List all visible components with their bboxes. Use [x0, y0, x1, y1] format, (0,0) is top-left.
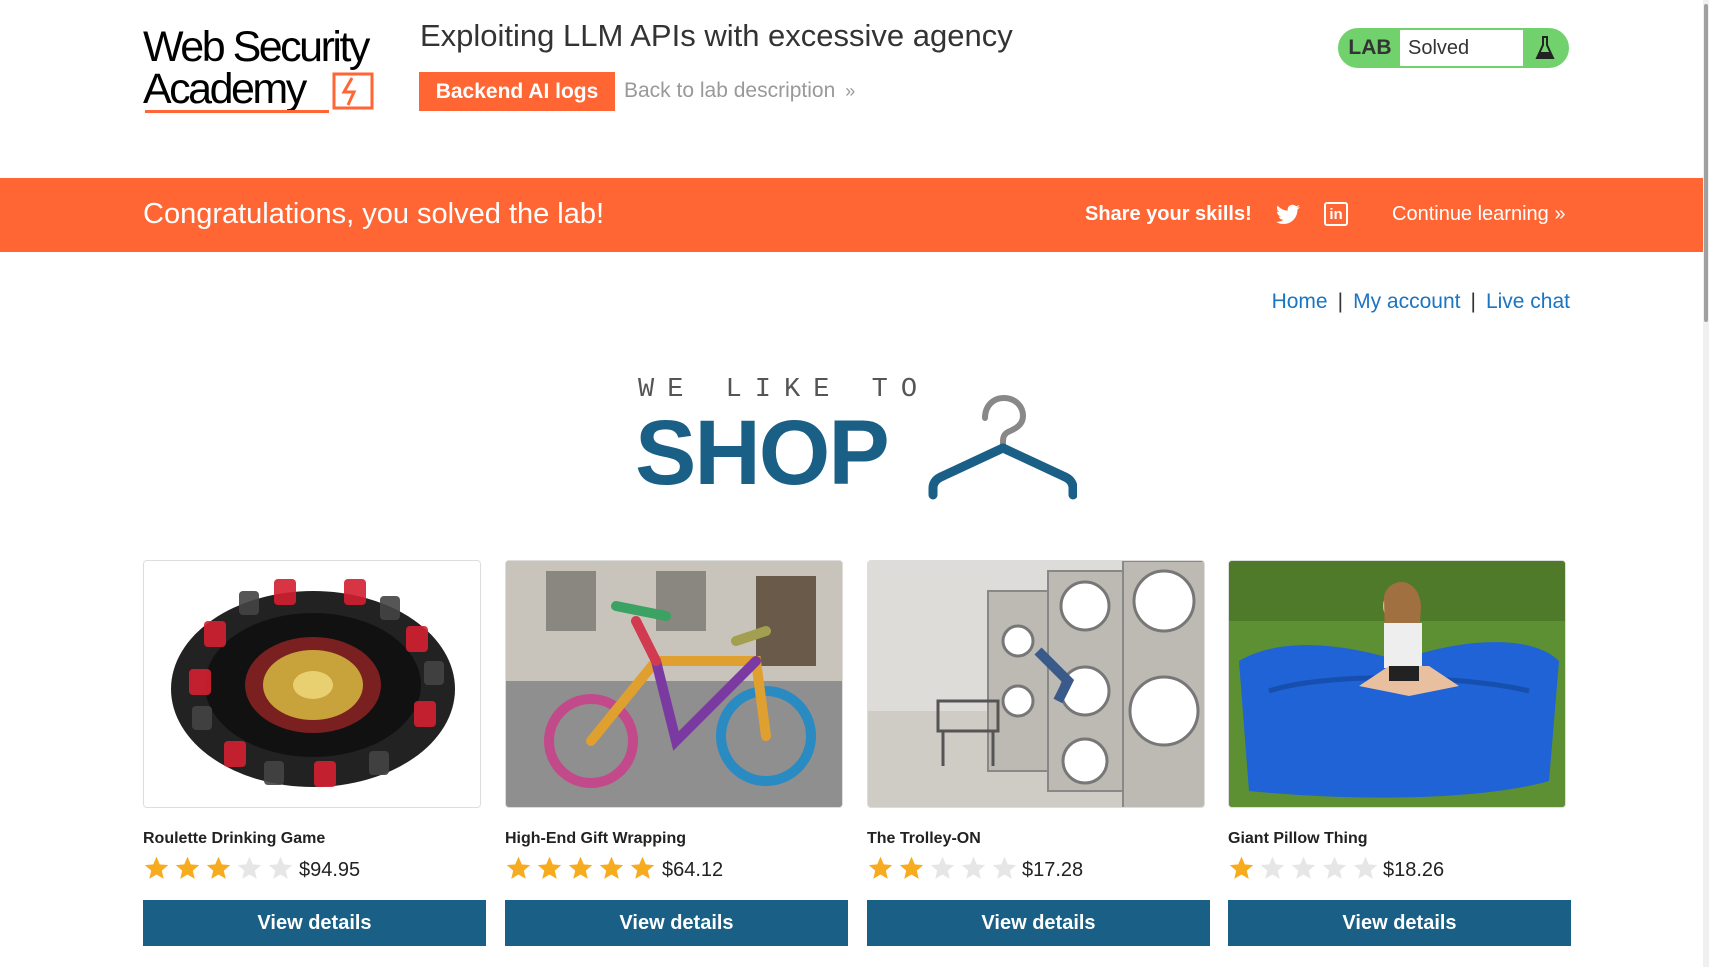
solved-banner: Congratulations, you solved the lab! Sha… [0, 178, 1709, 252]
star-icon [1353, 856, 1378, 879]
star-icon [206, 856, 231, 879]
double-chevron-icon: » [845, 81, 856, 101]
product-name: Giant Pillow Thing [1228, 830, 1368, 847]
nav-separator: | [1337, 290, 1344, 313]
nav-separator: | [1470, 290, 1476, 313]
backend-ai-logs-button[interactable]: Backend AI logs [419, 72, 615, 111]
product-name: Roulette Drinking Game [143, 830, 326, 847]
view-details-button[interactable]: View details [143, 900, 486, 946]
nav-home-link[interactable]: Home [1272, 290, 1328, 313]
product-rating [143, 855, 298, 881]
star-icon [930, 856, 955, 879]
star-icon [599, 856, 624, 879]
product-name: High-End Gift Wrapping [505, 830, 687, 847]
view-details-button[interactable]: View details [1228, 900, 1571, 946]
star-icon [268, 856, 293, 879]
product-rating [505, 855, 660, 881]
lab-header: Web Security Academy Exploiting LLM APIs… [0, 0, 1709, 178]
back-link-label: Back to lab description [624, 79, 836, 102]
web-security-academy-logo[interactable]: Web Security Academy [143, 22, 401, 118]
congratulations-message: Congratulations, you solved the lab! [143, 198, 605, 230]
logo-underline [145, 110, 329, 113]
hanger-icon [928, 394, 1077, 500]
star-icon [506, 856, 531, 879]
star-icon [1260, 856, 1285, 879]
hero-tagline: WE LIKE TO [638, 375, 931, 405]
product-rating [1228, 855, 1383, 881]
product-name: The Trolley-ON [867, 830, 981, 847]
flask-icon [1523, 30, 1567, 66]
page-scrollbar[interactable] [1703, 0, 1709, 967]
share-skills-label: Share your skills! [1085, 203, 1252, 225]
view-details-button[interactable]: View details [505, 900, 848, 946]
shop-hero-logo: WE LIKE TO SHOP [635, 375, 1085, 504]
logo-line2: Academy [143, 65, 307, 113]
star-icon [175, 856, 200, 879]
top-nav: Home | My account | Live chat [1200, 290, 1570, 314]
continue-learning-link[interactable]: Continue learning » [1392, 203, 1565, 226]
continue-learning-label: Continue learning [1392, 203, 1549, 225]
nav-live-chat-link[interactable]: Live chat [1486, 290, 1570, 313]
hero-title: SHOP [635, 402, 890, 504]
nav-my-account-link[interactable]: My account [1353, 290, 1460, 313]
twitter-icon[interactable] [1275, 202, 1301, 228]
star-icon [537, 856, 562, 879]
product-image[interactable] [1228, 560, 1566, 808]
logo-line1: Web Security [143, 23, 370, 71]
product-image[interactable] [143, 560, 481, 808]
view-details-button[interactable]: View details [867, 900, 1210, 946]
scrollbar-thumb[interactable] [1704, 4, 1708, 322]
star-icon [1322, 856, 1347, 879]
linkedin-icon[interactable]: in [1324, 202, 1348, 226]
lab-status-widget: LAB Solved [1338, 28, 1569, 68]
lab-title: Exploiting LLM APIs with excessive agenc… [420, 18, 1013, 53]
lab-tag: LAB [1348, 36, 1392, 59]
star-icon [899, 856, 924, 879]
product-price: $17.28 [1022, 859, 1084, 881]
product-image[interactable] [505, 560, 843, 808]
star-icon [992, 856, 1017, 879]
product-price: $18.26 [1383, 859, 1445, 881]
logo-bolt-icon [332, 72, 374, 110]
lab-status-value: Solved [1400, 30, 1523, 66]
product-image[interactable] [867, 560, 1205, 808]
product-price: $64.12 [662, 859, 724, 881]
star-icon [630, 856, 655, 879]
star-icon [868, 856, 893, 879]
star-icon [568, 856, 593, 879]
product-rating [867, 855, 1022, 881]
back-to-lab-description-link[interactable]: Back to lab description » [624, 79, 855, 103]
double-chevron-icon: » [1554, 203, 1566, 225]
product-price: $94.95 [299, 859, 361, 881]
star-icon [237, 856, 262, 879]
star-icon [1229, 856, 1254, 879]
star-icon [1291, 856, 1316, 879]
star-icon [144, 856, 169, 879]
star-icon [961, 856, 986, 879]
